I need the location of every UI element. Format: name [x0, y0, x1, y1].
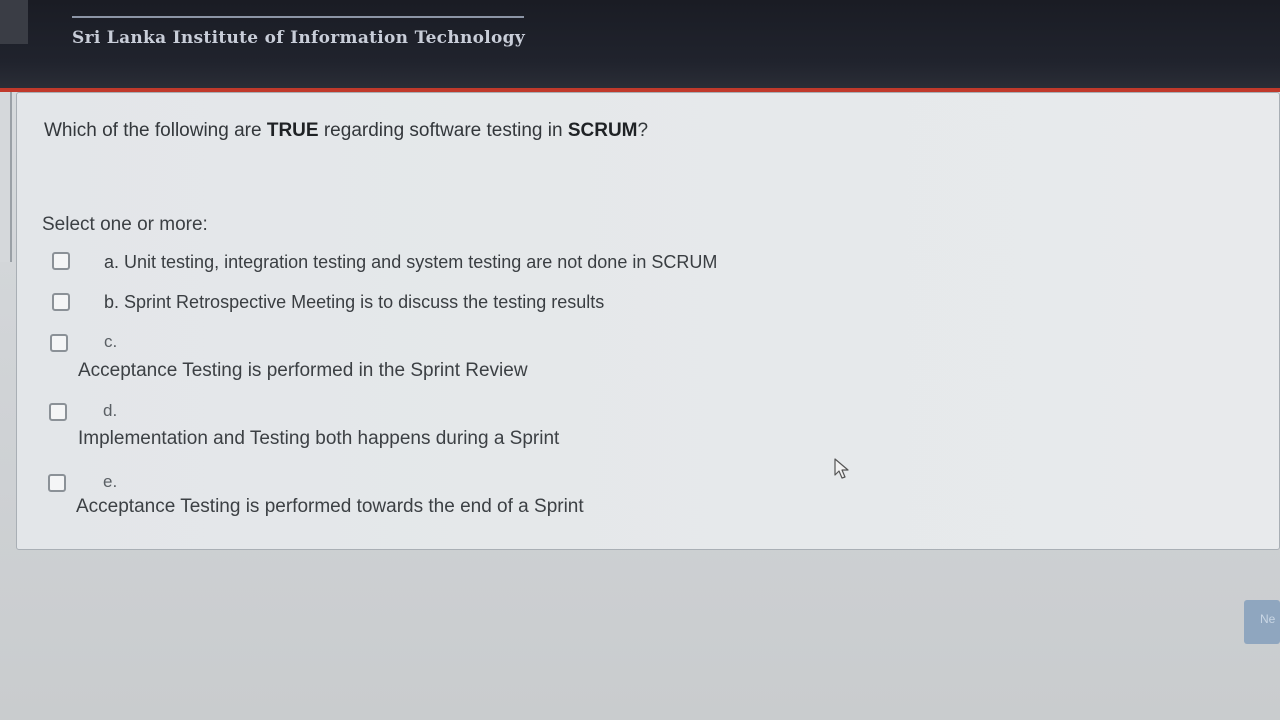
site-header: Sri Lanka Institute of Information Techn…	[0, 0, 1280, 92]
option-a-checkbox[interactable]	[52, 252, 70, 270]
question-text-part: Which of the following are	[44, 120, 267, 141]
option-d-text[interactable]: Implementation and Testing both happens …	[78, 428, 559, 450]
option-letter: a.	[104, 252, 120, 272]
sidebar-edge	[0, 92, 12, 262]
option-b-checkbox[interactable]	[52, 293, 70, 311]
next-button-label: Ne	[1260, 612, 1276, 626]
institute-name: Sri Lanka Institute of Information Techn…	[72, 28, 526, 48]
option-c-letter: c.	[104, 332, 118, 351]
question-text-emphasis: TRUE	[266, 120, 319, 141]
option-e-checkbox[interactable]	[48, 474, 66, 492]
mouse-cursor-icon	[834, 458, 849, 479]
sliit-logo-icon	[0, 0, 28, 44]
option-letter: b.	[104, 292, 120, 312]
next-page-button[interactable]: Ne	[1244, 600, 1280, 644]
option-b-label[interactable]: b. Sprint Retrospective Meeting is to di…	[104, 292, 604, 313]
option-e-text[interactable]: Acceptance Testing is performed towards …	[76, 496, 584, 518]
header-divider	[72, 16, 524, 18]
option-d-checkbox[interactable]	[49, 403, 67, 421]
question-text-part: regarding software testing in	[318, 120, 568, 141]
question-card	[16, 92, 1280, 550]
option-c-checkbox[interactable]	[50, 334, 68, 352]
option-text: Unit testing, integration testing and sy…	[124, 252, 718, 272]
question-text: Which of the following are TRUE regardin…	[44, 120, 648, 142]
question-text-part: ?	[637, 120, 649, 141]
question-text-emphasis: SCRUM	[567, 120, 638, 141]
option-a-label[interactable]: a. Unit testing, integration testing and…	[104, 252, 717, 273]
select-prompt: Select one or more:	[42, 214, 208, 235]
option-e-letter: e.	[103, 472, 118, 491]
option-d-letter: d.	[103, 401, 118, 420]
option-text: Sprint Retrospective Meeting is to discu…	[124, 292, 605, 312]
option-c-text[interactable]: Acceptance Testing is performed in the S…	[78, 360, 528, 382]
